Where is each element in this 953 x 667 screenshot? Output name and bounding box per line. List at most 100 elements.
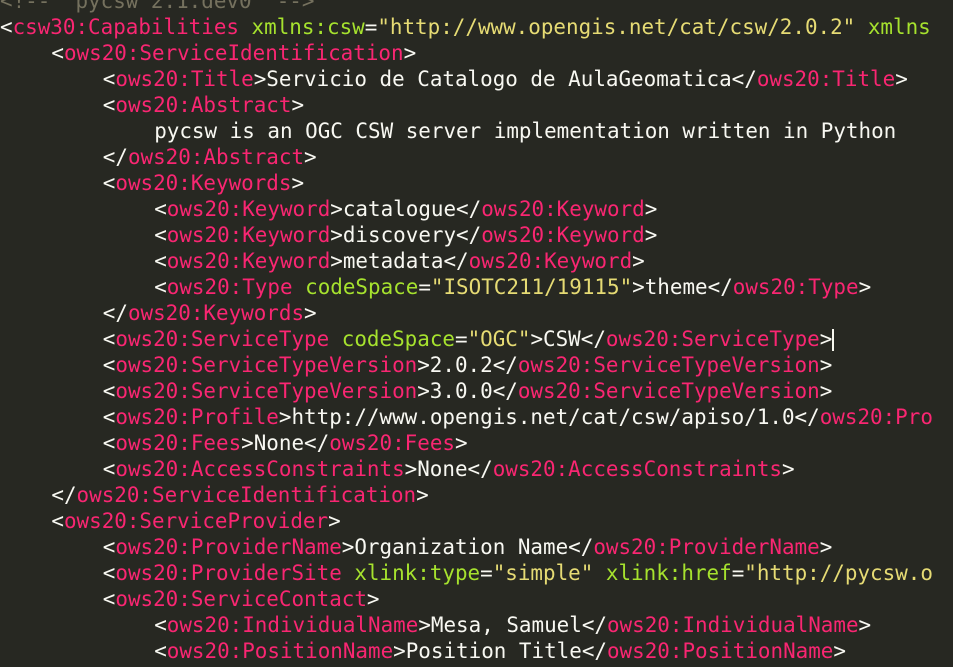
code-line[interactable]: <ows20:ServiceProvider> — [51, 508, 340, 534]
code-line[interactable]: <ows20:Keyword>metadata</ows20:Keyword> — [154, 248, 645, 274]
tag-name: ows20:AccessConstraints — [115, 457, 405, 481]
tag-name: ows20:ServiceType — [115, 327, 330, 351]
code-line[interactable]: pycsw is an OGC CSW server implementatio… — [154, 118, 896, 144]
code-line[interactable]: <ows20:PositionName>Position Title</ows2… — [154, 638, 846, 664]
code-text: < — [0, 15, 13, 39]
code-text: > — [858, 275, 872, 299]
tag-name: ows20:ProviderName — [593, 535, 820, 559]
code-line[interactable]: <ows20:ServiceTypeVersion>2.0.2</ows20:S… — [103, 352, 833, 378]
code-line[interactable]: <ows20:AccessConstraints>None</ows20:Acc… — [103, 456, 795, 482]
code-line[interactable]: </ows20:Keywords> — [103, 300, 317, 326]
code-text: </ — [102, 301, 128, 325]
code-text: </ — [51, 483, 77, 507]
code-text: < — [102, 379, 116, 403]
code-text: >http://www.opengis.net/cat/csw/apiso/1.… — [278, 405, 820, 429]
tag-name: ows20:Keywords — [127, 301, 305, 325]
code-text: = — [731, 561, 745, 585]
code-text: < — [154, 639, 167, 663]
code-text: < — [102, 93, 116, 117]
code-text: > — [644, 197, 658, 221]
tag-name: ows20:Keyword — [166, 249, 331, 273]
code-text: >3.0.0</ — [417, 379, 518, 403]
code-line[interactable]: <ows20:Profile>http://www.opengis.net/ca… — [103, 404, 933, 430]
code-text: < — [102, 457, 116, 481]
code-text: > — [858, 613, 872, 637]
code-line[interactable]: <ows20:IndividualName>Mesa, Samuel</ows2… — [154, 612, 871, 638]
code-text: < — [154, 275, 167, 299]
code-text: > — [644, 223, 658, 247]
code-text: < — [102, 353, 116, 377]
code-line[interactable]: <ows20:ServiceContact> — [103, 586, 380, 612]
tag-name: ows20:Keyword — [481, 223, 645, 247]
tag-name: ows20:Fees — [329, 431, 455, 455]
tag-name: ows20:Abstract — [115, 93, 292, 117]
code-line[interactable]: <ows20:ServiceType codeSpace="OGC">CSW</… — [103, 326, 835, 352]
code-line[interactable]: <ows20:ProviderSite xlink:type="simple" … — [103, 560, 933, 586]
tag-name: ows20:PositionName — [166, 639, 394, 663]
code-line[interactable]: </ows20:Abstract> — [103, 144, 317, 170]
code-text: < — [102, 327, 116, 351]
tag-name: ows20:IndividualName — [166, 613, 419, 637]
code-line[interactable]: <ows20:ServiceIdentification> — [51, 40, 416, 66]
tag-name: ows20:IndividualName — [606, 613, 859, 637]
code-text: > — [454, 431, 468, 455]
attribute-value: "http://www.opengis.net/cat/csw/2.0.2" — [377, 15, 856, 39]
code-text: >catalogue</ — [330, 197, 482, 221]
code-text: = — [418, 275, 431, 299]
code-text: >Organization Name</ — [341, 535, 594, 559]
code-editor[interactable]: <!-- pycsw 2.1.dev0 --> <csw30:Capabiliti… — [0, 0, 953, 667]
code-text: >CSW</ — [530, 327, 606, 351]
tag-name: ows20:Type — [732, 275, 859, 299]
code-text: > — [416, 483, 429, 507]
code-text: < — [154, 249, 167, 273]
code-text: = — [480, 561, 493, 585]
comment: <!-- pycsw 2.1.dev0 --> — [0, 0, 315, 13]
code-line[interactable]: <ows20:Abstract> — [103, 92, 304, 118]
code-line[interactable]: <ows20:Fees>None</ows20:Fees> — [103, 430, 468, 456]
tag-name: ows20:Keyword — [166, 223, 331, 247]
code-text: < — [154, 223, 167, 247]
code-line[interactable]: <ows20:Keyword>catalogue</ows20:Keyword> — [154, 196, 657, 222]
code-line[interactable]: </ows20:ServiceIdentification> — [51, 482, 428, 508]
tag-name: ows20:ServiceIdentification — [76, 483, 417, 507]
code-text: > — [895, 67, 908, 91]
tag-name: ows20:ServiceType — [605, 327, 820, 351]
code-line[interactable]: <csw30:Capabilities xmlns:csw="http://ww… — [0, 14, 931, 40]
code-text: >None</ — [404, 457, 493, 481]
code-line[interactable]: <ows20:Keyword>discovery</ows20:Keyword> — [154, 222, 657, 248]
tag-name: ows20:Pro — [819, 405, 933, 429]
tag-name: ows20:Keyword — [468, 249, 633, 273]
code-line[interactable]: <ows20:Keywords> — [103, 170, 304, 196]
code-text: pycsw is an OGC CSW server implementatio… — [154, 119, 897, 143]
text-cursor — [832, 329, 835, 351]
attribute-name: xmlns:csw — [251, 15, 365, 39]
attribute-name: codeSpace — [305, 275, 419, 299]
code-line[interactable]: <ows20:Title>Servicio de Catalogo de Aul… — [103, 66, 908, 92]
code-text: </ — [102, 145, 128, 169]
tag-name: ows20:Keywords — [115, 171, 292, 195]
tag-name: ows20:ProviderSite — [115, 561, 342, 585]
tag-name: ows20:ServiceTypeVersion — [115, 379, 418, 403]
tag-name: ows20:Keyword — [481, 197, 645, 221]
code-text: >metadata</ — [330, 249, 469, 273]
code-text: = — [364, 15, 378, 39]
attribute-value: "ISOTC211/19115" — [430, 275, 633, 299]
attribute-name: xlink:type — [354, 561, 481, 585]
attribute-value: "OGC" — [467, 327, 531, 351]
code-text: >Servicio de Catalogo de AulaGeomatica</ — [253, 67, 757, 91]
code-text: < — [102, 431, 116, 455]
tag-name: ows20:Type — [166, 275, 293, 299]
code-line[interactable]: <ows20:ServiceTypeVersion>3.0.0</ows20:S… — [103, 378, 833, 404]
code-text: > — [291, 93, 305, 117]
tag-name: ows20:ServiceTypeVersion — [517, 353, 820, 377]
tag-name: ows20:ServiceIdentification — [63, 41, 404, 65]
code-line[interactable]: <ows20:Type codeSpace="ISOTC211/19115">t… — [154, 274, 871, 300]
code-line[interactable]: <!-- pycsw 2.1.dev0 --> — [0, 0, 314, 14]
code-text: > — [833, 639, 846, 663]
code-line[interactable]: <ows20:ProviderName>Organization Name</o… — [103, 534, 832, 560]
code-text: >None</ — [241, 431, 330, 455]
attribute-value: "http://pycsw.o — [744, 561, 933, 585]
